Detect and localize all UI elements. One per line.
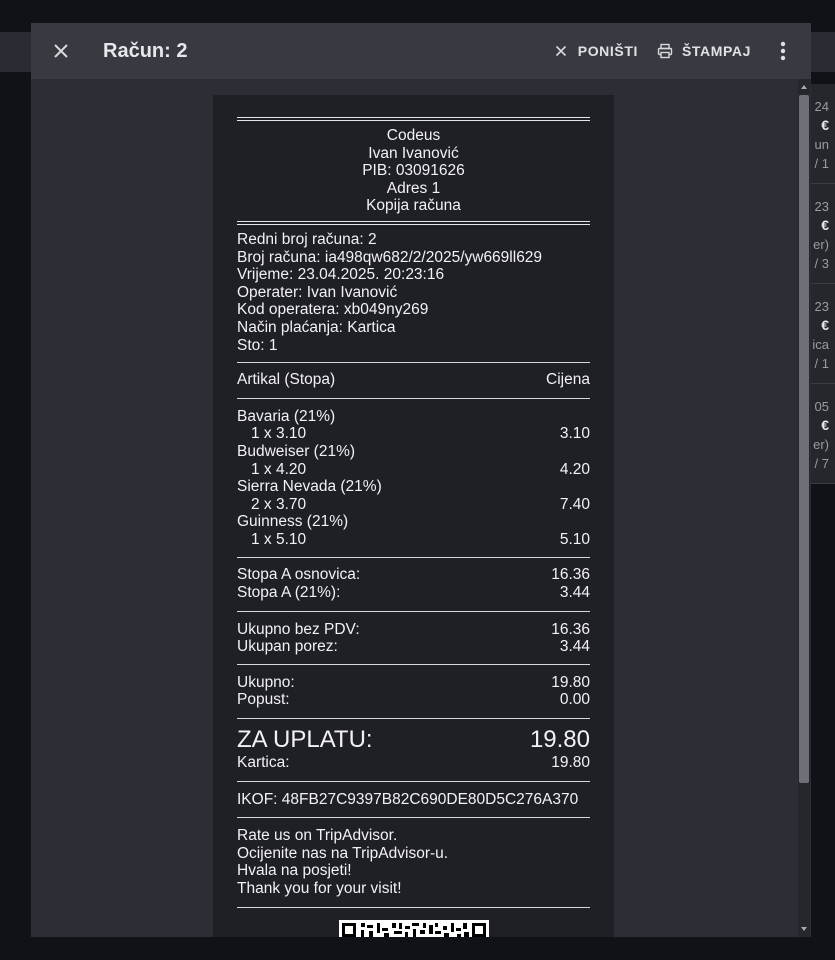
- background-bill-card[interactable]: 23 € er) / 3: [807, 184, 835, 284]
- info-line: Broj računa: ia498qw682/2/2025/yw669ll62…: [237, 248, 543, 266]
- discount-value: 0.00: [559, 691, 590, 709]
- qr-code-icon: [338, 919, 489, 937]
- print-button[interactable]: ŠTAMPAJ: [656, 42, 751, 60]
- discount-label: Popust:: [237, 691, 290, 709]
- info-line: Operater: Ivan Ivanović: [237, 283, 398, 301]
- tax-label: Stopa A osnovica:: [237, 566, 361, 584]
- operator-name: Ivan Ivanović: [368, 144, 459, 162]
- receipt-footer: Rate us on TripAdvisor. Ocijenite nas na…: [237, 818, 590, 906]
- tax-row: Stopa A (21%): 3.44: [237, 584, 590, 602]
- tax-value: 16.36: [551, 566, 590, 584]
- footer-line: Thank you for your visit!: [237, 880, 402, 897]
- x-icon: [552, 42, 570, 60]
- copy-note: Kopija računa: [366, 197, 461, 215]
- receipt-header: Codeus Ivan Ivanović PIB: 03091626 Adres…: [237, 121, 590, 221]
- background-bill-card[interactable]: 23 € ica / 1: [807, 284, 835, 384]
- subtotal-row: Ukupno bez PDV: 16.36: [237, 621, 590, 639]
- subtotal-row: Ukupan porez: 3.44: [237, 638, 590, 656]
- amount-due-label: ZA UPLATU:: [237, 726, 373, 754]
- total-value: 19.80: [551, 673, 590, 691]
- cancel-receipt-label: PONIŠTI: [577, 43, 638, 59]
- subtotal-label: Ukupno bez PDV:: [237, 620, 360, 638]
- items-list: Bavaria (21%) 1 x 3.10 3.10 Budweiser (21…: [237, 399, 590, 558]
- info-line: Vrijeme: 23.04.2025. 20:23:16: [237, 266, 445, 284]
- subtotal-value: 16.36: [551, 620, 590, 638]
- total-row: Ukupno: 19.80: [237, 674, 590, 692]
- background-bill-card[interactable]: 05 € er) / 7: [807, 384, 835, 484]
- header-actions: PONIŠTI ŠTAMPAJ: [552, 23, 811, 79]
- item-qty: 1 x 4.20: [251, 460, 307, 478]
- close-icon: [54, 44, 68, 58]
- more-vert-icon: [780, 41, 786, 61]
- receipt-info: Redni broj računa: 2 Broj računa: ia498q…: [237, 225, 590, 362]
- item-name: Sierra Nevada (21%): [237, 478, 382, 496]
- item-total: 4.20: [559, 460, 590, 478]
- cancel-receipt-button[interactable]: PONIŠTI: [552, 42, 638, 60]
- amount-due-value: 19.80: [529, 726, 590, 754]
- item-row: 1 x 4.20 4.20: [237, 461, 590, 479]
- ikof-line: IKOF: 48FB27C9397B82C690DE80D5C276A370: [237, 790, 579, 808]
- dialog-body[interactable]: Codeus Ivan Ivanović PIB: 03091626 Adres…: [31, 79, 811, 937]
- info-line: Sto: 1: [237, 336, 278, 354]
- tax-value: 3.44: [559, 584, 590, 602]
- footer-line: Ocijenite nas na TripAdvisor-u.: [237, 844, 449, 862]
- background-bill-card[interactable]: 24 € un / 1: [807, 84, 835, 184]
- total-section: Ukupno: 19.80 Popust: 0.00: [237, 665, 590, 718]
- tax-row: Stopa A osnovica: 16.36: [237, 566, 590, 584]
- vertical-scrollbar[interactable]: [798, 79, 810, 937]
- address: Adres 1: [386, 179, 441, 197]
- footer-line: Rate us on TripAdvisor.: [237, 827, 398, 845]
- payment-section: ZA UPLATU: 19.80 Kartica: 19.80: [237, 719, 590, 781]
- subtotal-label: Ukupan porez:: [237, 638, 338, 656]
- item-qty: 1 x 3.10: [251, 425, 307, 443]
- scrollbar-thumb[interactable]: [799, 95, 809, 783]
- item-name: Guinness (21%): [237, 513, 349, 531]
- item-row: 2 x 3.70 7.40: [237, 496, 590, 514]
- tax-section: Stopa A osnovica: 16.36 Stopa A (21%): 3.4…: [237, 558, 590, 610]
- item-total: 3.10: [559, 425, 590, 443]
- item-row: 1 x 3.10 3.10: [237, 425, 590, 443]
- background-bill-list: 24 € un / 1 23 € er) / 3 23 € ica / 1 05…: [807, 84, 835, 484]
- item-name: Budweiser (21%): [237, 442, 356, 460]
- discount-row: Popust: 0.00: [237, 691, 590, 709]
- subtotal-section: Ukupno bez PDV: 16.36 Ukupan porez: 3.44: [237, 612, 590, 664]
- footer-line: Hvala na posjeti!: [237, 862, 352, 880]
- items-header: Artikal (Stopa) Cijena: [237, 363, 590, 398]
- subtotal-value: 3.44: [559, 638, 590, 656]
- printer-icon: [656, 42, 674, 60]
- print-label: ŠTAMPAJ: [681, 43, 751, 59]
- receipt-dialog: Račun: 2 PONIŠTI ŠTAMPAJ Codeus Ivan Iva…: [31, 23, 811, 937]
- scroll-down-arrow-icon[interactable]: [800, 925, 808, 933]
- card-row: Kartica: 19.80: [237, 754, 590, 772]
- amount-due-row: ZA UPLATU: 19.80: [237, 726, 590, 754]
- info-line: Redni broj računa: 2: [237, 230, 377, 248]
- item-name: Bavaria (21%): [237, 407, 336, 425]
- info-line: Način plaćanja: Kartica: [237, 318, 396, 336]
- tax-id: PIB: 03091626: [362, 162, 465, 180]
- more-options-button[interactable]: [773, 37, 793, 65]
- card-label: Kartica:: [237, 754, 290, 772]
- total-label: Ukupno:: [237, 673, 295, 691]
- dialog-title: Račun: 2: [103, 40, 188, 62]
- scroll-up-arrow-icon[interactable]: [800, 83, 808, 91]
- info-line: Kod operatera: xb049ny269: [237, 301, 429, 319]
- dialog-header: Račun: 2 PONIŠTI ŠTAMPAJ: [31, 23, 811, 79]
- column-price: Cijena: [546, 371, 590, 389]
- item-qty: 2 x 3.70: [251, 495, 307, 513]
- item-qty: 1 x 5.10: [251, 530, 307, 548]
- divider: [237, 906, 590, 908]
- item-total: 7.40: [559, 495, 590, 513]
- close-button[interactable]: [47, 37, 75, 65]
- item-total: 5.10: [559, 530, 590, 548]
- column-item: Artikal (Stopa): [237, 371, 336, 389]
- card-value: 19.80: [551, 754, 590, 772]
- receipt-preview: Codeus Ivan Ivanović PIB: 03091626 Adres…: [213, 95, 614, 937]
- tax-label: Stopa A (21%):: [237, 584, 341, 602]
- item-row: 1 x 5.10 5.10: [237, 531, 590, 549]
- company-name: Codeus: [386, 127, 441, 144]
